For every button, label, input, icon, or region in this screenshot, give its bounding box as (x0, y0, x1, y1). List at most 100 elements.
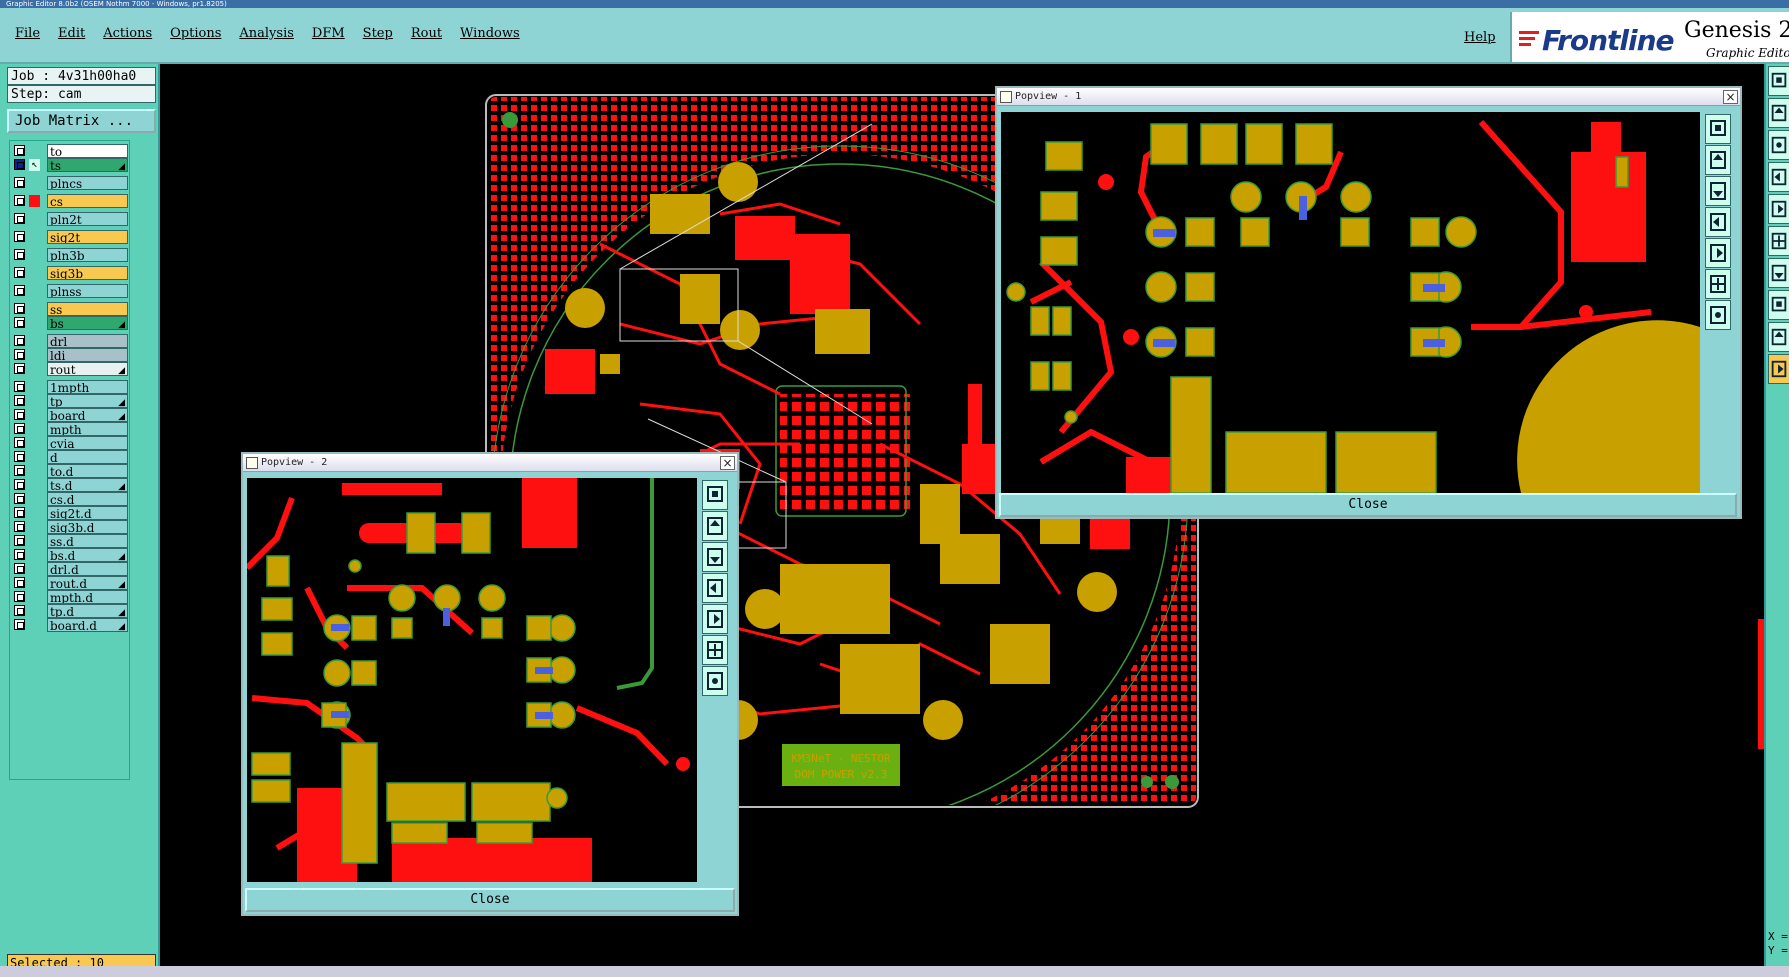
layer-checkbox[interactable] (14, 213, 25, 224)
menu-rout[interactable]: Rout (402, 22, 451, 45)
layer-name[interactable]: bs ◢ (47, 316, 128, 330)
layer-name[interactable]: mpth (47, 422, 128, 436)
layer-checkbox[interactable] (14, 507, 25, 518)
layer-name[interactable]: d (47, 450, 128, 464)
layer-name[interactable]: board.d ◢ (47, 618, 128, 632)
layer-checkbox[interactable] (14, 451, 25, 462)
layer-checkbox[interactable] (14, 349, 25, 360)
layer-row-cs-d[interactable]: cs.d (12, 492, 128, 506)
pan-right-icon[interactable] (1705, 238, 1731, 268)
popview-2-close-button[interactable]: Close (245, 888, 735, 912)
layer-checkbox[interactable] (14, 335, 25, 346)
layer-name[interactable]: sig3b.d (47, 520, 128, 534)
layer-row-bs[interactable]: bs ◢ (12, 316, 128, 330)
layer-checkbox[interactable] (14, 549, 25, 560)
layer-row-sig3b[interactable]: sig3b (12, 266, 128, 280)
layer-name[interactable]: rout.d ◢ (47, 576, 128, 590)
layer-row-drl[interactable]: drl (12, 334, 128, 348)
layer-row-rout[interactable]: rout ◢ (12, 362, 128, 376)
layer-checkbox[interactable] (14, 479, 25, 490)
right-tool-zoom-window-icon[interactable] (1768, 66, 1789, 96)
layer-checkbox[interactable] (14, 591, 25, 602)
pan-up-icon[interactable] (702, 511, 728, 541)
layer-checkbox[interactable] (14, 381, 25, 392)
layer-name[interactable]: cs.d (47, 492, 128, 506)
layer-checkbox[interactable] (14, 563, 25, 574)
menu-help[interactable]: Help (1455, 26, 1505, 49)
zoom-fit-icon[interactable] (1705, 300, 1731, 330)
pan-right-icon[interactable] (702, 604, 728, 634)
layer-name[interactable]: ss (47, 302, 128, 316)
layer-row-d[interactable]: d (12, 450, 128, 464)
menu-file[interactable]: File (6, 22, 49, 45)
pan-left-icon[interactable] (1705, 207, 1731, 237)
layer-row-ss[interactable]: ss (12, 302, 128, 316)
right-tool-pan-up-icon[interactable] (1768, 98, 1789, 128)
layer-name[interactable]: ldi (47, 348, 128, 362)
layer-checkbox[interactable] (14, 177, 25, 188)
layer-checkbox[interactable] (14, 465, 25, 476)
popview-2-titlebar[interactable]: Popview - 2 × (243, 454, 737, 472)
layer-checkbox[interactable] (14, 267, 25, 278)
layer-name[interactable]: pln3b (47, 248, 128, 262)
layer-name[interactable]: drl (47, 334, 128, 348)
layer-name[interactable]: ts.d ◢ (47, 478, 128, 492)
layer-row-plnss[interactable]: plnss (12, 284, 128, 298)
layer-row-sig2t[interactable]: sig2t (12, 230, 128, 244)
layer-row-plncs[interactable]: plncs (12, 176, 128, 190)
layer-row-pln3b[interactable]: pln3b (12, 248, 128, 262)
pan-down-icon[interactable] (702, 542, 728, 572)
layer-name[interactable]: board ◢ (47, 408, 128, 422)
layer-row-pln2t[interactable]: pln2t (12, 212, 128, 226)
zoom-window-icon[interactable] (1705, 114, 1731, 144)
layer-checkbox[interactable] (14, 395, 25, 406)
layer-checkbox[interactable] (14, 145, 25, 156)
right-tool-zoom-fit-icon[interactable] (1768, 130, 1789, 160)
right-tool-zoom-home-icon[interactable] (1768, 226, 1789, 256)
popview-1-titlebar[interactable]: Popview - 1 × (997, 88, 1740, 106)
layer-name[interactable]: tp.d ◢ (47, 604, 128, 618)
right-tool-pan-down-icon[interactable] (1768, 258, 1789, 288)
layer-checkbox[interactable] (14, 535, 25, 546)
layer-checkbox[interactable] (14, 231, 25, 242)
pan-down-icon[interactable] (1705, 176, 1731, 206)
layer-checkbox[interactable] (14, 423, 25, 434)
popview-1-close-icon[interactable]: × (1723, 90, 1738, 104)
popview-2-canvas[interactable] (247, 478, 697, 882)
menu-step[interactable]: Step (354, 22, 402, 45)
layer-name[interactable]: sig2t (47, 230, 128, 244)
layer-checkbox[interactable] (14, 521, 25, 532)
layer-row-ldi[interactable]: ldi (12, 348, 128, 362)
right-tool-pan-up-icon[interactable] (1768, 322, 1789, 352)
layer-name[interactable]: cs (47, 194, 128, 208)
layer-checkbox[interactable] (14, 249, 25, 260)
layer-row-sig3b-d[interactable]: sig3b.d (12, 520, 128, 534)
zoom-home-icon[interactable] (1705, 269, 1731, 299)
layer-row-cvia[interactable]: cvia (12, 436, 128, 450)
layer-row-board-d[interactable]: board.d ◢ (12, 618, 128, 632)
layer-row-mpth[interactable]: mpth (12, 422, 128, 436)
layer-name[interactable]: ss.d (47, 534, 128, 548)
layer-name[interactable]: mpth.d (47, 590, 128, 604)
layer-name[interactable]: rout ◢ (47, 362, 128, 376)
menu-options[interactable]: Options (161, 22, 230, 45)
right-tool-pan-left-icon[interactable] (1768, 162, 1789, 192)
layer-row-mpth-d[interactable]: mpth.d (12, 590, 128, 604)
layer-row-cs[interactable]: cs (12, 194, 128, 208)
pan-up-icon[interactable] (1705, 145, 1731, 175)
layer-checkbox[interactable] (14, 577, 25, 588)
layer-name[interactable]: bs.d ◢ (47, 548, 128, 562)
layer-row-to-d[interactable]: to.d (12, 464, 128, 478)
pan-left-icon[interactable] (702, 573, 728, 603)
layer-checkbox[interactable] (14, 619, 25, 630)
layer-name[interactable]: plncs (47, 176, 128, 190)
popview-2-close-icon[interactable]: × (720, 456, 735, 470)
menu-analysis[interactable]: Analysis (230, 22, 303, 45)
layer-row-board[interactable]: board ◢ (12, 408, 128, 422)
zoom-window-icon[interactable] (702, 480, 728, 510)
layer-row-ss-d[interactable]: ss.d (12, 534, 128, 548)
layer-checkbox[interactable] (14, 159, 25, 170)
layer-row-tp-d[interactable]: tp.d ◢ (12, 604, 128, 618)
layer-name[interactable]: pln2t (47, 212, 128, 226)
layer-name[interactable]: cvia (47, 436, 128, 450)
